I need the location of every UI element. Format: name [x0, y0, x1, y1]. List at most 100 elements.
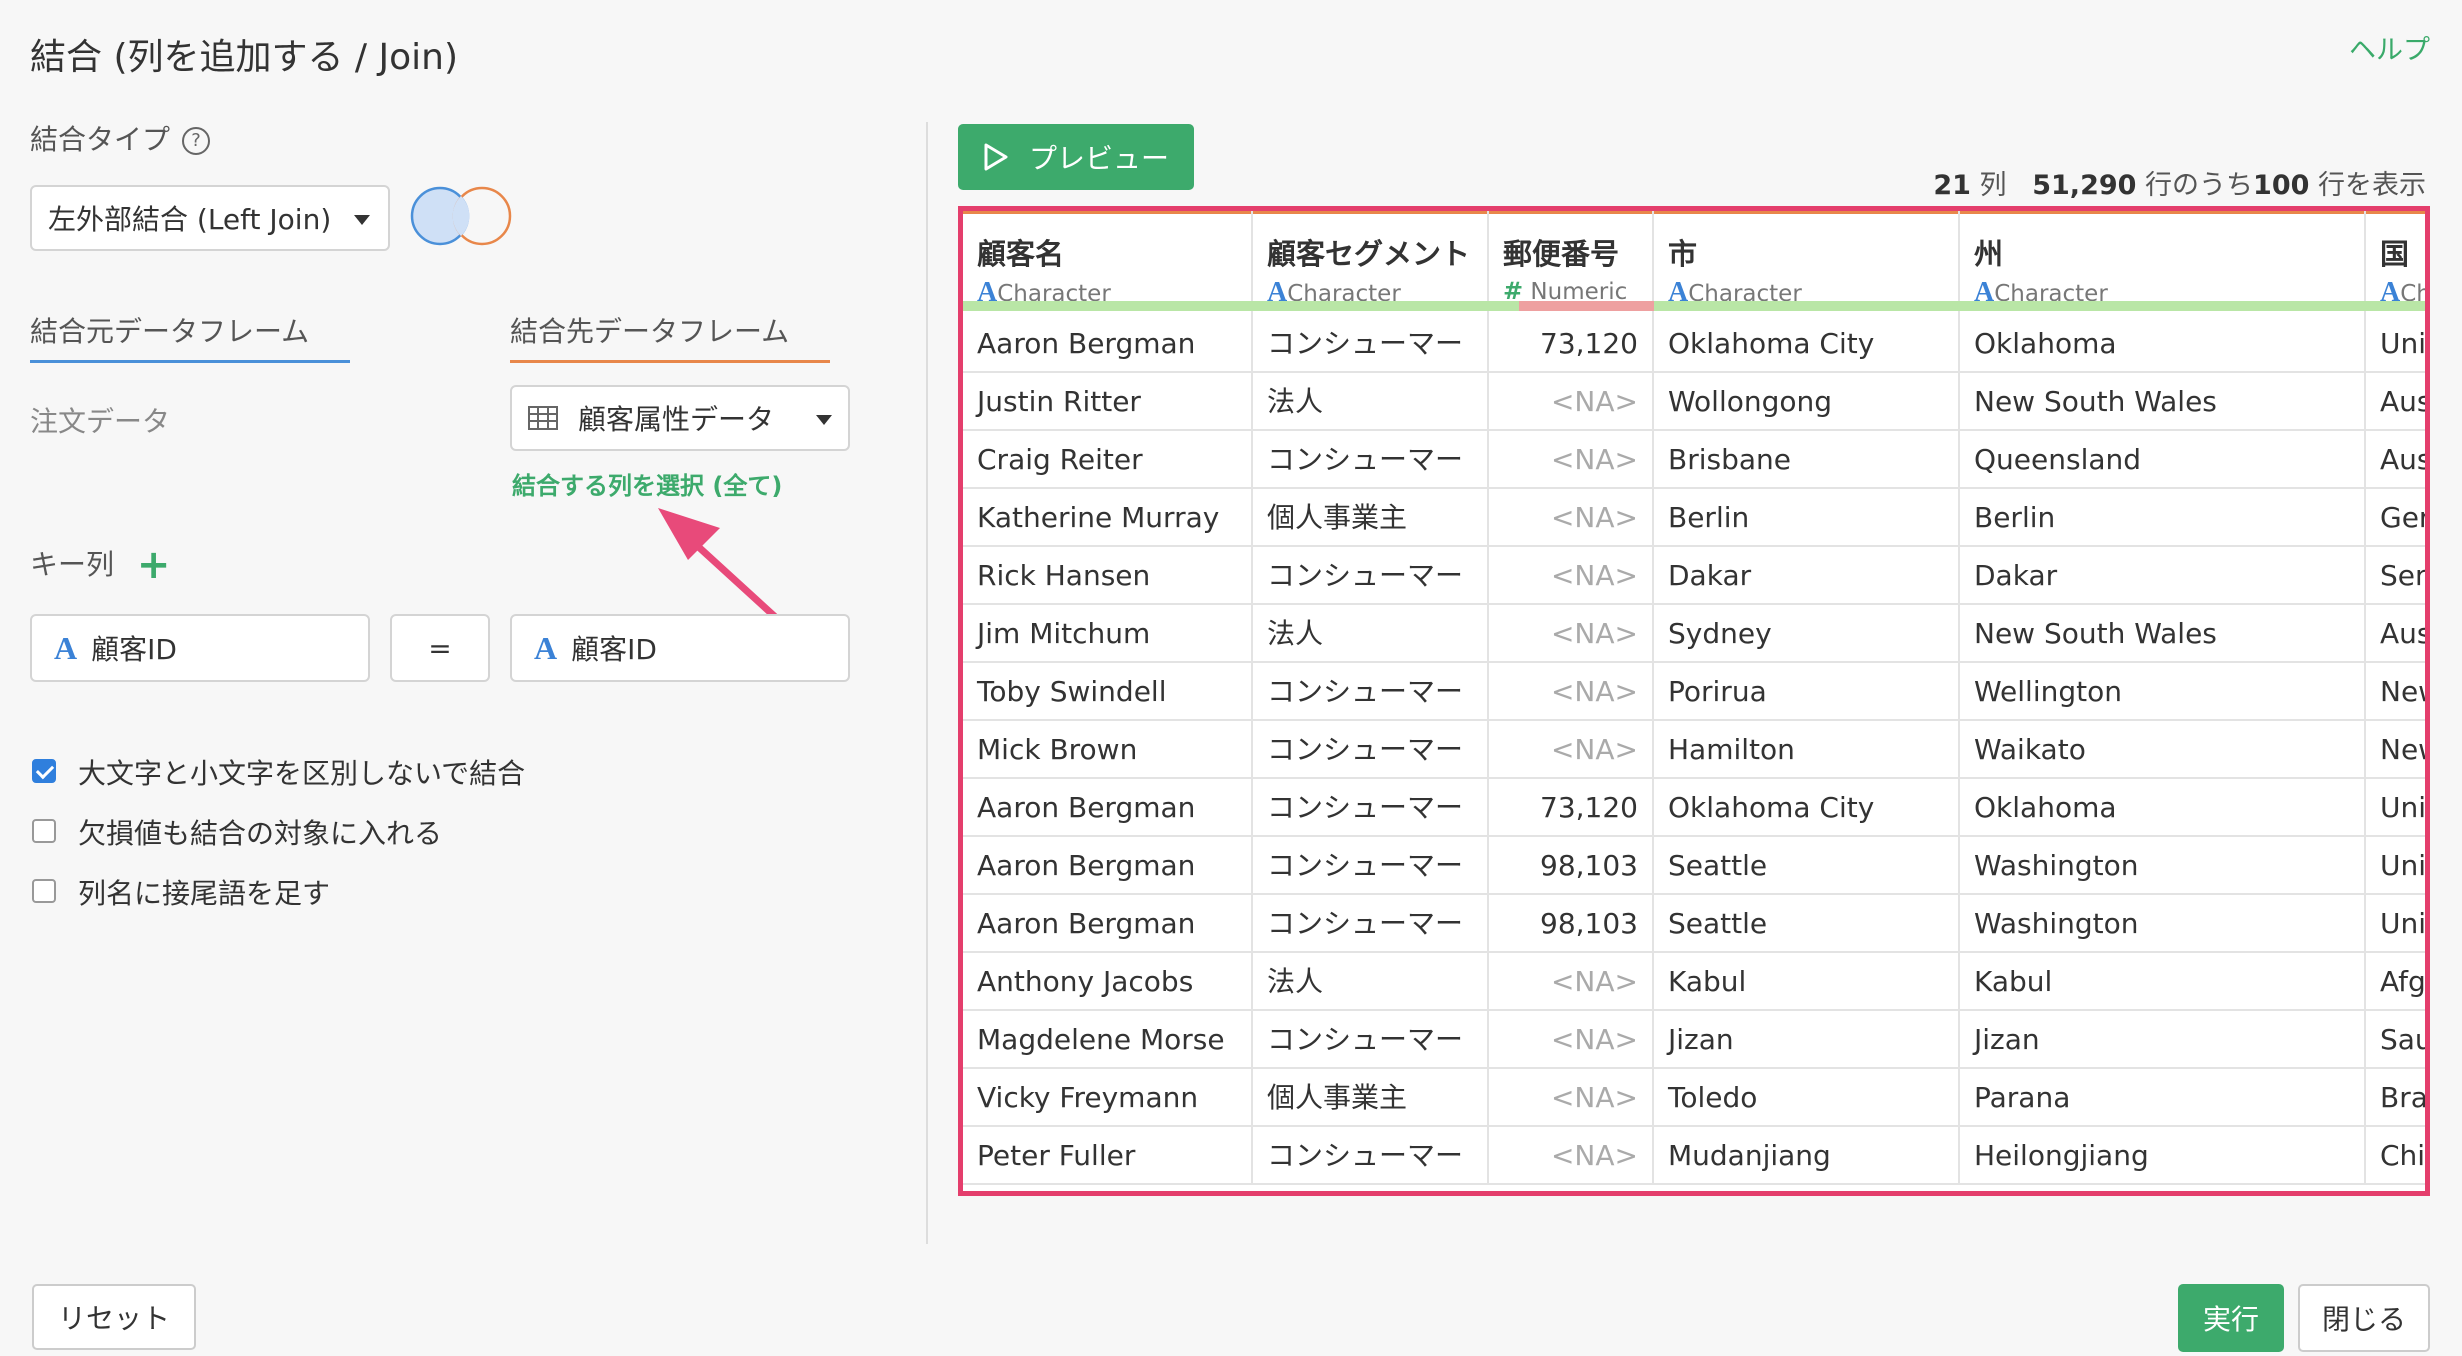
table-cell: Oklahoma	[1960, 779, 2366, 837]
table-cell: United States	[2366, 315, 2425, 373]
character-type-icon: A	[534, 629, 558, 666]
table-cell: Saudi Arabia	[2366, 1011, 2425, 1069]
table-cell: <NA>	[1489, 721, 1654, 779]
table-cell: Magdelene Morse	[963, 1011, 1253, 1069]
column-header[interactable]: 顧客名 ACharacter	[963, 211, 1253, 315]
table-cell: Sydney	[1654, 605, 1960, 663]
table-cell: Katherine Murray	[963, 489, 1253, 547]
table-cell: United States	[2366, 837, 2425, 895]
table-cell: Aaron Bergman	[963, 895, 1253, 953]
table-cell: Senegal	[2366, 547, 2425, 605]
column-quality-bar	[1253, 301, 1489, 311]
table-cell: Australia	[2366, 431, 2425, 489]
column-name: 顧客名	[977, 237, 1065, 271]
table-cell: コンシューマー	[1253, 779, 1489, 837]
table-cell: Australia	[2366, 605, 2425, 663]
table-cell: 98,103	[1489, 837, 1654, 895]
table-cell: Aaron Bergman	[963, 315, 1253, 373]
table-cell: <NA>	[1489, 1011, 1654, 1069]
table-cell: Dakar	[1654, 547, 1960, 605]
table-cell: Afghanistan	[2366, 953, 2425, 1011]
table-cell: Hamilton	[1654, 721, 1960, 779]
table-cell: 98,103	[1489, 895, 1654, 953]
table-cell: Toledo	[1654, 1069, 1960, 1127]
table-cell: Queensland	[1960, 431, 2366, 489]
case-insensitive-checkbox[interactable]	[32, 759, 56, 783]
table-cell: Peter Fuller	[963, 1127, 1253, 1185]
table-cell: Kabul	[1654, 953, 1960, 1011]
table-cell: Wellington	[1960, 663, 2366, 721]
key-operator[interactable]: =	[390, 614, 490, 682]
table-cell: Vicky Freymann	[963, 1069, 1253, 1127]
column-name: 州	[1974, 237, 2004, 271]
table-cell: <NA>	[1489, 547, 1654, 605]
table-cell: Oklahoma City	[1654, 779, 1960, 837]
table-cell: <NA>	[1489, 605, 1654, 663]
table-cell: <NA>	[1489, 1069, 1654, 1127]
add-key-icon[interactable]: +	[137, 542, 171, 588]
left-join-venn-icon	[410, 186, 512, 246]
table-cell: Heilongjiang	[1960, 1127, 2366, 1185]
table-cell: Oklahoma City	[1654, 315, 1960, 373]
close-button[interactable]: 閉じる	[2298, 1284, 2430, 1352]
source-tab-underline	[30, 360, 350, 363]
table-cell: 個人事業主	[1253, 1069, 1489, 1127]
table-cell: Waikato	[1960, 721, 2366, 779]
table-cell: Aaron Bergman	[963, 837, 1253, 895]
join-type-select[interactable]: 左外部結合 (Left Join)	[30, 185, 390, 251]
table-cell: Berlin	[1654, 489, 1960, 547]
table-cell: <NA>	[1489, 373, 1654, 431]
table-cell: <NA>	[1489, 431, 1654, 489]
preview-button[interactable]: プレビュー	[958, 124, 1194, 190]
table-cell: Seattle	[1654, 895, 1960, 953]
target-tab-underline	[510, 360, 830, 363]
table-cell: Washington	[1960, 837, 2366, 895]
table-cell: Brisbane	[1654, 431, 1960, 489]
table-cell: Seattle	[1654, 837, 1960, 895]
help-link[interactable]: ヘルプ	[2349, 28, 2430, 67]
column-quality-bar	[2366, 301, 2425, 311]
key-right-select[interactable]: A 顧客ID	[510, 614, 850, 682]
table-cell: <NA>	[1489, 489, 1654, 547]
table-cell: New Zealand	[2366, 663, 2425, 721]
help-circle-icon[interactable]: ?	[182, 127, 211, 155]
reset-button[interactable]: リセット	[32, 1284, 196, 1350]
table-cell: Jizan	[1654, 1011, 1960, 1069]
column-quality-bar	[1960, 301, 2366, 311]
table-cell: 法人	[1253, 953, 1489, 1011]
target-dataframe-select[interactable]: 顧客属性データ	[510, 385, 850, 451]
preview-stats: 21 列 51,290 行のうち100 行を表示	[1933, 170, 2426, 201]
table-cell: Germany	[2366, 489, 2425, 547]
table-cell: <NA>	[1489, 1127, 1654, 1185]
table-cell: Mudanjiang	[1654, 1127, 1960, 1185]
column-header[interactable]: 州 ACharacter	[1960, 211, 2366, 315]
table-cell: Wollongong	[1654, 373, 1960, 431]
preview-table[interactable]: 顧客名 ACharacter 顧客セグメント ACharacter 郵便番号 # Nume…	[958, 206, 2430, 1196]
dialog-title: 結合 (列を追加する / Join)	[30, 37, 459, 78]
table-cell: 73,120	[1489, 315, 1654, 373]
column-header[interactable]: 郵便番号 # Numeric	[1489, 211, 1654, 315]
column-name: 顧客セグメント	[1267, 237, 1471, 271]
run-button[interactable]: 実行	[2178, 1284, 2284, 1352]
join-type-selected: 左外部結合 (Left Join)	[48, 203, 332, 236]
table-cell: Jim Mitchum	[963, 605, 1253, 663]
key-left-select[interactable]: A 顧客ID	[30, 614, 370, 682]
table-cell: コンシューマー	[1253, 315, 1489, 373]
table-cell: Brazil	[2366, 1069, 2425, 1127]
table-cell: <NA>	[1489, 953, 1654, 1011]
table-cell: Anthony Jacobs	[963, 953, 1253, 1011]
table-cell: コンシューマー	[1253, 895, 1489, 953]
table-cell: Rick Hansen	[963, 547, 1253, 605]
table-cell: コンシューマー	[1253, 1011, 1489, 1069]
column-header[interactable]: 国ACharacter	[2366, 211, 2425, 315]
column-header[interactable]: 市 ACharacter	[1654, 211, 1960, 315]
table-cell: コンシューマー	[1253, 721, 1489, 779]
column-header[interactable]: 顧客セグメント ACharacter	[1253, 211, 1489, 315]
add-suffix-checkbox[interactable]	[32, 879, 56, 903]
table-icon	[528, 406, 558, 430]
table-cell: Justin Ritter	[963, 373, 1253, 431]
include-na-checkbox[interactable]	[32, 819, 56, 843]
join-type-label: 結合タイプ?	[30, 118, 211, 158]
source-dataframe-value: 注文データ	[30, 405, 171, 438]
table-cell: コンシューマー	[1253, 431, 1489, 489]
